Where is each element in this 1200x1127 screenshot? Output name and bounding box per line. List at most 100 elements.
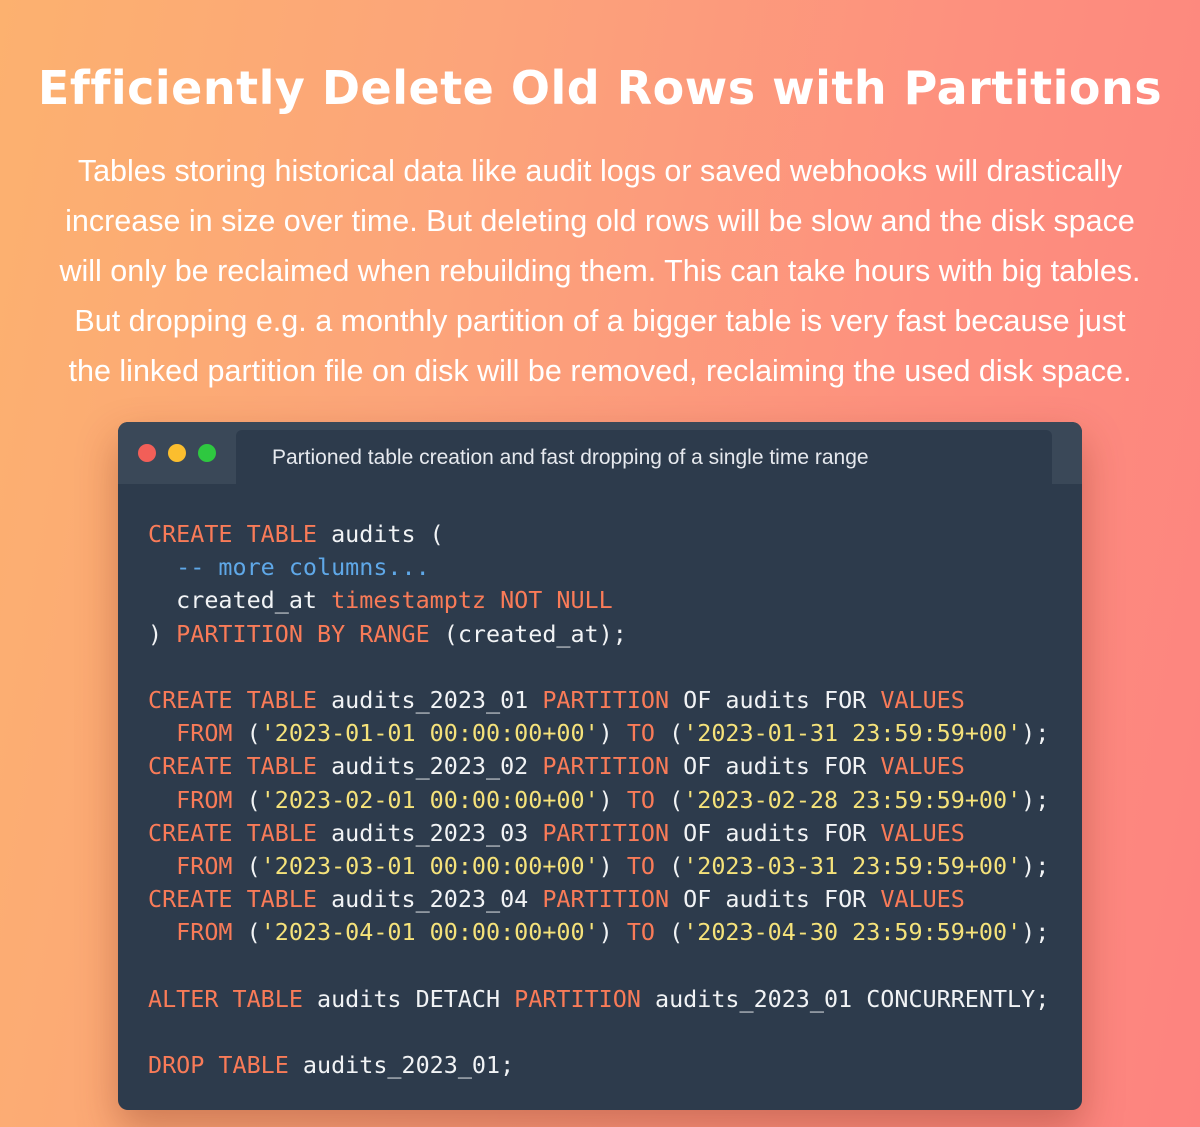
code-token-plain: OF audits FOR <box>669 752 881 781</box>
code-token-kw: FROM <box>176 918 233 947</box>
code-token-kw: PARTITION <box>542 752 670 781</box>
code-token-plain: ) <box>598 785 627 814</box>
code-token-kw: VALUES <box>880 685 965 714</box>
code-token-kw: PARTITION BY RANGE <box>176 619 430 648</box>
code-token-plain: audits_2023_01; <box>288 1051 515 1079</box>
code-token-plain: created_at <box>148 586 332 615</box>
code-line: CREATE TABLE audits_2023_01 PARTITION OF… <box>148 684 1049 717</box>
code-token-plain: ( <box>232 851 261 880</box>
code-token-plain: OF audits FOR <box>669 685 881 714</box>
code-token-kw: VALUES <box>880 818 965 847</box>
code-token-plain: OF audits FOR <box>669 818 881 847</box>
editor-tab-label: Partioned table creation and fast droppi… <box>272 446 869 469</box>
page-title: Efficiently Delete Old Rows with Partiti… <box>37 61 1163 115</box>
code-token-plain: audits_2023_01 <box>317 685 543 714</box>
code-line: FROM ('2023-04-01 00:00:00+00') TO ('202… <box>148 916 1049 949</box>
code-token-kw: PARTITION <box>542 685 670 714</box>
code-line: DROP TABLE audits_2023_01; <box>148 1049 1049 1082</box>
code-token-plain: ( <box>655 785 684 814</box>
intro-paragraph: Tables storing historical data like audi… <box>0 146 1200 396</box>
code-token-kw: CREATE TABLE <box>148 685 317 714</box>
intro-line: Tables storing historical data like audi… <box>77 154 1123 188</box>
code-token-kw: PARTITION <box>514 984 641 1013</box>
code-token-plain: audits DETACH <box>302 984 515 1013</box>
code-token-plain: ); <box>1021 719 1050 748</box>
code-token-comment: -- more columns... <box>176 553 430 582</box>
intro-line: But dropping e.g. a monthly partition of… <box>74 304 1126 338</box>
code-token-kw: TO <box>626 785 656 814</box>
code-token-plain: audits_2023_03 <box>317 818 543 847</box>
code-token-kw: CREATE TABLE <box>148 752 317 781</box>
code-token-plain: audits_2023_01 CONCURRENTLY; <box>640 984 1050 1013</box>
code-token-kw: timestamptz NOT NULL <box>331 586 613 615</box>
code-token-plain: OF audits FOR <box>669 885 881 914</box>
code-line: ALTER TABLE audits DETACH PARTITION audi… <box>148 983 1049 1016</box>
code-token-plain: audits_2023_02 <box>317 752 543 781</box>
code-token-kw: CREATE TABLE <box>148 885 317 914</box>
code-token-str: '2023-02-01 00:00:00+00' <box>260 785 599 814</box>
code-token-kw: FROM <box>176 785 233 814</box>
code-line: CREATE TABLE audits_2023_03 PARTITION OF… <box>148 817 1049 850</box>
code-token-plain: ( <box>232 785 261 814</box>
code-token-str: '2023-01-01 00:00:00+00' <box>260 719 599 748</box>
code-token-plain: ) <box>598 719 627 748</box>
intro-line: will only be reclaimed when rebuilding t… <box>59 254 1141 288</box>
code-line: created_at timestamptz NOT NULL <box>148 584 1049 617</box>
code-token-str: '2023-02-28 23:59:59+00' <box>683 785 1022 814</box>
code-line: CREATE TABLE audits ( <box>148 518 1049 551</box>
code-token-plain: ) <box>598 851 627 880</box>
window-titlebar: Partioned table creation and fast droppi… <box>118 422 1082 484</box>
code-line: ) PARTITION BY RANGE (created_at); <box>148 618 1049 651</box>
code-block: CREATE TABLE audits ( -- more columns...… <box>148 518 1049 1082</box>
code-token-str: '2023-03-31 23:59:59+00' <box>683 851 1022 880</box>
code-token-kw: CREATE TABLE <box>148 520 317 548</box>
code-token-plain: ( <box>655 719 684 748</box>
code-token-kw: TO <box>626 719 656 748</box>
code-token-plain: ( <box>655 851 684 880</box>
code-token-plain: ( <box>232 918 261 947</box>
code-token-str: '2023-04-01 00:00:00+00' <box>260 918 599 947</box>
code-token-kw: PARTITION <box>542 818 670 847</box>
code-token-kw: TO <box>626 851 656 880</box>
code-token-plain: ); <box>1021 918 1050 947</box>
code-window: Partioned table creation and fast droppi… <box>118 422 1082 1110</box>
code-line: CREATE TABLE audits_2023_02 PARTITION OF… <box>148 750 1049 783</box>
code-token-kw: DROP TABLE <box>148 1051 289 1079</box>
intro-line: increase in size over time. But deleting… <box>65 204 1135 238</box>
code-token-kw: TO <box>626 918 656 947</box>
maximize-window-dot-icon[interactable] <box>198 444 216 462</box>
code-token-plain: ) <box>148 619 177 648</box>
code-token-plain: ); <box>1021 851 1050 880</box>
code-token-kw: ALTER TABLE <box>148 984 303 1013</box>
code-token-plain: (created_at); <box>429 619 627 648</box>
intro-line: the linked partition file on disk will b… <box>68 354 1132 388</box>
code-line: -- more columns... <box>148 551 1049 584</box>
code-token-plain: ( <box>232 719 261 748</box>
code-token-str: '2023-01-31 23:59:59+00' <box>683 719 1022 748</box>
code-token-str: '2023-03-01 00:00:00+00' <box>260 851 599 880</box>
code-token-kw: FROM <box>176 851 233 880</box>
code-token-kw: CREATE TABLE <box>148 818 317 847</box>
code-token-plain: ); <box>1021 785 1050 814</box>
code-line: FROM ('2023-03-01 00:00:00+00') TO ('202… <box>148 850 1049 883</box>
editor-tab[interactable]: Partioned table creation and fast droppi… <box>236 430 1052 484</box>
code-line: FROM ('2023-01-01 00:00:00+00') TO ('202… <box>148 717 1049 750</box>
code-token-kw: VALUES <box>880 752 965 781</box>
close-window-dot-icon[interactable] <box>138 444 156 462</box>
code-token-plain: audits ( <box>317 520 444 548</box>
code-token-plain: ) <box>598 918 627 947</box>
code-token-plain: audits_2023_04 <box>317 885 543 914</box>
minimize-window-dot-icon[interactable] <box>168 444 186 462</box>
code-token-kw: FROM <box>176 719 233 748</box>
code-token-plain: ( <box>655 918 684 947</box>
code-token-kw: VALUES <box>880 885 965 914</box>
code-token-str: '2023-04-30 23:59:59+00' <box>683 918 1022 947</box>
